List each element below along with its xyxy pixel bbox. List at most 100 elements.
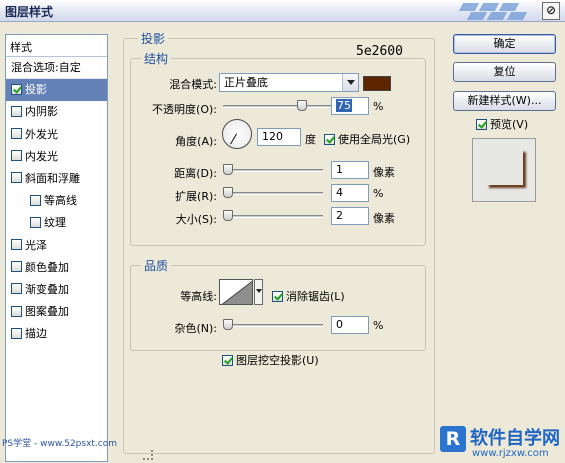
style-item[interactable]: 内阴影 [6, 101, 107, 123]
opacity-label: 不透明度(O): [152, 103, 217, 116]
anti-alias-checkbox[interactable]: 消除锯齿(L) [272, 288, 345, 304]
style-item[interactable]: 光泽 [6, 235, 107, 257]
opacity-unit: % [373, 100, 384, 113]
blend-mode-value: 正片叠底 [224, 76, 268, 89]
preview-check-icon[interactable] [476, 118, 487, 130]
angle-label: 角度(A): [175, 135, 217, 148]
knockout-checkbox[interactable]: 图层挖空投影(U) [222, 352, 319, 368]
style-checkbox-icon[interactable] [11, 83, 22, 95]
noise-input[interactable]: 0 [331, 316, 369, 334]
size-unit: 像素 [373, 212, 395, 225]
structure-group: 结构 5e2600 混合模式: 正片叠底 不透明度(O): 75 % 角度(A)… [130, 44, 426, 246]
preview-label: 预览(V) [490, 118, 529, 131]
spread-label: 扩展(R): [175, 190, 217, 203]
style-item[interactable]: 投影 [6, 79, 107, 102]
global-light-checkbox[interactable]: 使用全局光(G) [324, 131, 410, 147]
new-style-button[interactable]: 新建样式(W)... [453, 91, 556, 111]
noise-slider-thumb[interactable] [223, 319, 233, 330]
title-decoration [455, 1, 537, 21]
style-item-label: 内发光 [25, 149, 58, 163]
angle-unit: 度 [305, 133, 316, 146]
noise-label: 杂色(N): [174, 322, 217, 335]
layer-style-dialog: 样式 混合选项:自定 投影 内阴影 外发光 内发光 斜面和浮雕 等高线 纹理 光泽 颜色叠加 渐变… [0, 22, 565, 463]
style-checkbox-icon[interactable] [11, 239, 22, 250]
style-checkbox-icon[interactable] [11, 283, 22, 295]
style-checkbox-icon[interactable] [11, 327, 22, 339]
style-item[interactable]: 内发光 [6, 146, 107, 168]
distance-slider-track[interactable] [223, 169, 323, 172]
anti-alias-label: 消除锯齿(L) [286, 290, 345, 303]
style-item[interactable]: 外发光 [6, 124, 107, 146]
preview-shadow-sample [486, 149, 523, 185]
noise-slider-track[interactable] [223, 324, 323, 327]
reset-button[interactable]: 复位 [453, 62, 556, 82]
style-checkbox-icon[interactable] [11, 150, 22, 162]
preview-checkbox[interactable]: 预览(V) [476, 116, 528, 132]
style-item[interactable]: 等高线 [6, 190, 107, 212]
knockout-label: 图层挖空投影(U) [236, 354, 319, 367]
blend-mode-label: 混合模式: [169, 78, 217, 91]
quality-title: 品质 [141, 257, 172, 274]
style-checkbox-icon[interactable] [11, 261, 22, 273]
resize-grip-icon[interactable] [143, 450, 153, 460]
brand-logo-icon: R [440, 426, 466, 452]
drop-shadow-title: 投影 [138, 30, 169, 47]
size-input[interactable]: 2 [331, 207, 369, 225]
style-item-label: 等高线 [44, 194, 77, 208]
blend-options-item[interactable]: 混合选项:自定 [6, 57, 107, 80]
noise-unit: % [373, 319, 384, 332]
distance-input[interactable]: 1 [331, 161, 369, 179]
watermark-left: PS学堂 - www.52psxt.com [2, 439, 118, 449]
style-checkbox-icon[interactable] [11, 172, 22, 184]
style-item[interactable]: 颜色叠加 [6, 257, 107, 279]
quality-group: 品质 等高线: 消除锯齿(L) 杂色(N): 0 % [130, 257, 426, 351]
close-icon[interactable]: ⊘ [542, 2, 560, 20]
style-checkbox-icon[interactable] [11, 128, 22, 140]
style-item-label: 颜色叠加 [25, 260, 69, 274]
style-list: 样式 混合选项:自定 投影 内阴影 外发光内发光斜面和浮雕等高线纹理光泽颜色叠加渐变… [5, 34, 108, 462]
style-checkbox-icon[interactable] [11, 305, 22, 317]
ok-button[interactable]: 确定 [453, 34, 556, 54]
spread-slider-track[interactable] [223, 192, 323, 195]
style-item[interactable]: 斜面和浮雕 [6, 168, 107, 190]
brand-name: 软件自学网 [470, 428, 560, 449]
distance-label: 距离(D): [174, 167, 217, 180]
style-checkbox-icon[interactable] [11, 105, 22, 117]
shadow-color-swatch[interactable] [363, 76, 391, 91]
style-item[interactable]: 纹理 [6, 212, 107, 234]
contour-dropdown[interactable] [254, 279, 263, 305]
angle-dial[interactable] [222, 119, 252, 149]
knockout-check-icon[interactable] [222, 354, 233, 366]
contour-label: 等高线: [180, 290, 217, 303]
blend-mode-select[interactable]: 正片叠底 [219, 73, 359, 92]
style-item[interactable]: 图案叠加 [6, 301, 107, 323]
style-item[interactable]: 渐变叠加 [6, 279, 107, 301]
drop-shadow-group: 投影 结构 5e2600 混合模式: 正片叠底 不透明度(O): 75 % 角度… [123, 30, 435, 454]
global-light-label: 使用全局光(G) [338, 133, 411, 146]
size-slider-track[interactable] [223, 215, 323, 218]
angle-input[interactable]: 120 [257, 128, 301, 146]
spread-slider-thumb[interactable] [223, 187, 233, 198]
style-item[interactable]: 描边 [6, 323, 107, 345]
opacity-slider-track[interactable] [223, 105, 331, 108]
style-item-label: 描边 [25, 327, 47, 341]
spread-input[interactable]: 4 [331, 184, 369, 202]
size-label: 大小(S): [175, 213, 217, 226]
style-item-label: 斜面和浮雕 [25, 171, 80, 185]
style-checkbox-icon[interactable] [30, 194, 41, 206]
opacity-slider-thumb[interactable] [296, 100, 307, 111]
anti-alias-check-icon[interactable] [272, 290, 283, 302]
title-bar: 图层样式 ⊘ [0, 0, 565, 22]
contour-curve-icon [221, 280, 252, 304]
global-light-check-icon[interactable] [324, 133, 335, 145]
size-slider-thumb[interactable] [223, 210, 233, 221]
opacity-input[interactable]: 75 [331, 97, 369, 115]
style-list-header[interactable]: 样式 [6, 35, 107, 57]
spread-unit: % [373, 187, 384, 200]
style-checkbox-icon[interactable] [30, 216, 41, 228]
distance-slider-thumb[interactable] [223, 164, 233, 175]
chevron-down-icon[interactable] [342, 74, 358, 91]
brand-url: www.rjzxw.com [472, 448, 549, 459]
style-item-label: 光泽 [25, 238, 47, 252]
contour-picker[interactable] [219, 279, 253, 305]
